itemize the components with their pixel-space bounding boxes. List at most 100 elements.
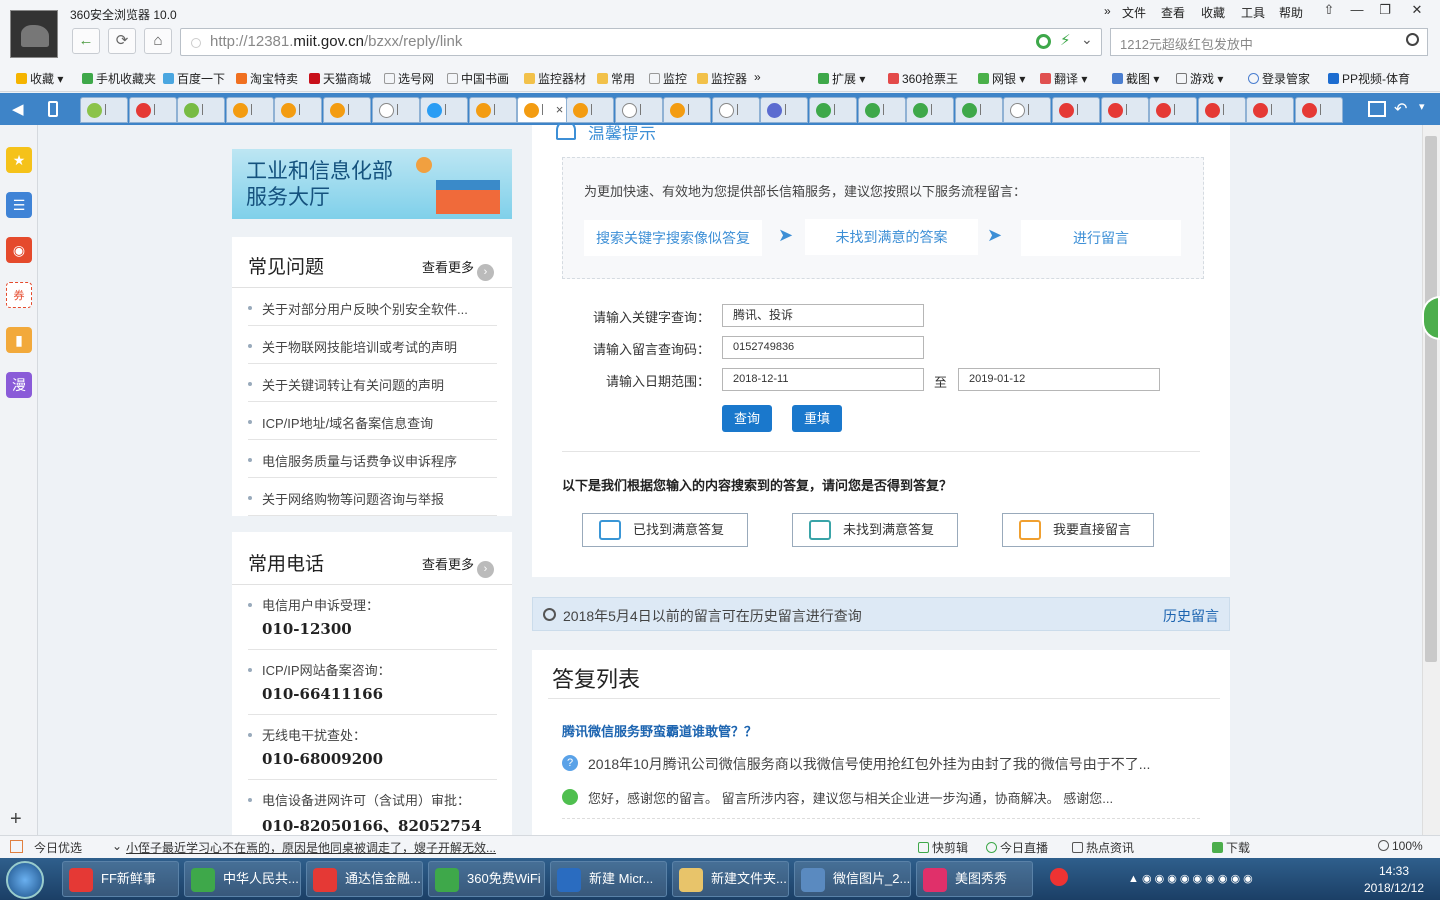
refresh-icon[interactable]: ⟳ <box>108 28 136 54</box>
tab-close-icon[interactable]: × <box>556 102 564 117</box>
reply-item-answer[interactable]: 您好，感谢您的留言。 留言所涉内容，建议您与相关企业进一步沟通，协商解决。 感谢… <box>588 788 1113 807</box>
browser-tab[interactable] <box>323 97 371 123</box>
bookmarks-overflow[interactable]: » <box>754 70 761 84</box>
browser-tab[interactable] <box>1003 97 1052 123</box>
undo-close-icon[interactable]: ↶ <box>1394 99 1407 119</box>
menu-view[interactable]: 查看 <box>1161 4 1185 21</box>
step-not-found[interactable]: 未找到满意的答案 <box>805 219 978 255</box>
compat-mode-icon[interactable] <box>1036 34 1051 49</box>
taskbar-app[interactable]: 新建文件夹... <box>672 861 789 897</box>
date-to-input[interactable]: 2019-01-12 <box>958 368 1160 391</box>
browser-tab[interactable] <box>711 97 760 123</box>
live-today[interactable]: 今日直播 <box>986 839 1048 856</box>
keyword-input[interactable]: 腾讯、投诉 <box>722 304 924 327</box>
ticket-grabber[interactable]: 360抢票王 <box>888 70 958 87</box>
bookmark-monitor[interactable]: 监控 <box>649 70 687 87</box>
bookmark-mobile[interactable]: 手机收藏夹 <box>82 70 156 87</box>
not-found-answer-button[interactable]: 未找到满意答复 <box>792 513 958 547</box>
browser-tab[interactable] <box>857 97 906 123</box>
zoom-level[interactable]: 100% <box>1378 839 1423 853</box>
faq-item[interactable]: 关于关键词转让有关问题的声明 <box>248 364 497 402</box>
reply-item-question[interactable]: 2018年10月腾讯公司微信服务商以我微信号使用抢红包外挂为由封了我的微信号由于… <box>588 754 1150 774</box>
found-answer-button[interactable]: 已找到满意答复 <box>582 513 748 547</box>
screenshot-menu[interactable]: 截图 ▾ <box>1112 70 1159 87</box>
tray-icons[interactable]: ▲ ◉ ◉ ◉ ◉ ◉ ◉ ◉ ◉ ◉ <box>1128 872 1328 886</box>
taskbar-app[interactable]: 360免费WiFi <box>428 861 545 897</box>
browser-tab[interactable] <box>225 97 274 123</box>
step-search[interactable]: 搜索关键字搜索像似答复 <box>584 220 762 256</box>
browser-tab[interactable] <box>954 97 1003 123</box>
faq-item[interactable]: 关于网络购物等问题咨询与举报 <box>248 478 497 516</box>
browser-tab[interactable] <box>1295 97 1343 123</box>
close-button[interactable]: ✕ <box>1406 2 1428 22</box>
hot-news[interactable]: 热点资讯 <box>1072 839 1134 856</box>
chevron-down-icon[interactable]: ⌄ <box>112 839 122 853</box>
skin-icon[interactable]: ⇧ <box>1318 2 1340 22</box>
tab-list-icon[interactable] <box>48 101 58 117</box>
start-button[interactable] <box>6 861 44 899</box>
date-from-input[interactable]: 2018-12-11 <box>722 368 924 391</box>
taskbar-app[interactable]: 通达信金融... <box>306 861 423 897</box>
step-leave-message[interactable]: 进行留言 <box>1021 220 1181 256</box>
login-manager[interactable]: 登录管家 <box>1248 70 1310 87</box>
browser-tab[interactable] <box>1197 97 1246 123</box>
url-dropdown-icon[interactable]: ⌄ <box>1081 31 1093 48</box>
tab-menu-icon[interactable]: ▾ <box>1419 100 1425 113</box>
taskbar-app[interactable]: 微信图片_2... <box>794 861 911 897</box>
maximize-button[interactable]: ❐ <box>1374 2 1396 22</box>
taskbar-app[interactable]: 新建 Micr... <box>550 861 667 897</box>
search-button[interactable]: 查询 <box>722 405 772 432</box>
downloads[interactable]: 下载 <box>1212 839 1250 856</box>
favorites-star-icon[interactable]: ★ <box>6 147 32 173</box>
browser-tab[interactable] <box>80 97 128 123</box>
translate-menu[interactable]: 翻译 ▾ <box>1040 70 1087 87</box>
faq-item[interactable]: ICP/IP地址/域名备案信息查询 <box>248 402 497 440</box>
comic-icon[interactable]: 漫 <box>6 372 32 398</box>
games-menu[interactable]: 游戏 ▾ <box>1176 70 1223 87</box>
bookmark-favorites[interactable]: 收藏 ▾ <box>16 70 63 87</box>
daily-picks[interactable]: 今日优选 <box>34 839 82 856</box>
browser-tab[interactable] <box>1149 97 1198 123</box>
phone-more-link[interactable]: 查看更多 › <box>422 554 495 578</box>
browser-tab[interactable] <box>274 97 323 123</box>
browser-tab[interactable] <box>1246 97 1295 123</box>
browser-tab[interactable] <box>809 97 857 123</box>
taskbar-app[interactable]: FF新鲜事 <box>62 861 179 897</box>
search-icon[interactable] <box>1406 33 1419 46</box>
chevron-icon[interactable]: » <box>1104 4 1111 18</box>
home-icon[interactable]: ⌂ <box>144 28 172 54</box>
extensions-menu[interactable]: 扩展 ▾ <box>818 70 865 87</box>
bookmark-folder-common[interactable]: 常用 <box>597 70 635 87</box>
add-sidebar-icon[interactable]: + <box>10 808 22 831</box>
faq-item[interactable]: 电信服务质量与话费争议申诉程序 <box>248 440 497 478</box>
coupon-icon[interactable]: 券 <box>6 282 32 308</box>
news-ticker[interactable]: 小侄子最近学习心不在焉的，原因是他同桌被调走了，嫂子开解无效... <box>126 839 496 856</box>
weibo-icon[interactable]: ◉ <box>6 237 32 263</box>
reply-item-title[interactable]: 腾讯微信服务野蛮霸道谁敢管？？ <box>562 721 757 740</box>
browser-tab[interactable]: × <box>517 97 568 123</box>
faq-item[interactable]: 关于对部分用户反映个别安全软件... <box>248 288 497 326</box>
menu-favorites[interactable]: 收藏 <box>1201 4 1225 21</box>
direct-message-button[interactable]: 我要直接留言 <box>1002 513 1154 547</box>
back-icon[interactable]: ← <box>72 28 100 54</box>
taskbar-app[interactable]: 中华人民共... <box>184 861 301 897</box>
code-input[interactable]: 0152749836 <box>722 336 924 359</box>
bookmark-folder-monitor-equip[interactable]: 监控器材 <box>524 70 586 87</box>
pp-video[interactable]: PP视频-体育 <box>1328 70 1410 87</box>
tab-scroll-left-icon[interactable]: ◀ <box>12 100 24 118</box>
reading-list-icon[interactable]: ☰ <box>6 192 32 218</box>
faq-item[interactable]: 关于物联网技能培训或考试的声明 <box>248 326 497 364</box>
online-bank[interactable]: 网银 ▾ <box>978 70 1025 87</box>
browser-tab[interactable] <box>177 97 226 123</box>
bookmark-tmall[interactable]: 天猫商城 <box>309 70 371 87</box>
speed-mode-icon[interactable]: ⚡ <box>1060 31 1071 49</box>
menu-file[interactable]: 文件 <box>1122 4 1146 21</box>
notebook-icon[interactable]: ▮ <box>6 327 32 353</box>
bookmark-taobao[interactable]: 淘宝特卖 <box>236 70 298 87</box>
ime-icon[interactable] <box>1050 868 1068 886</box>
bookmark-calligraphy[interactable]: 中国书画 <box>447 70 509 87</box>
new-window-icon[interactable] <box>1368 101 1386 117</box>
browser-tab[interactable] <box>760 97 809 123</box>
menu-help[interactable]: 帮助 <box>1279 4 1303 21</box>
browser-tab[interactable] <box>128 97 177 123</box>
